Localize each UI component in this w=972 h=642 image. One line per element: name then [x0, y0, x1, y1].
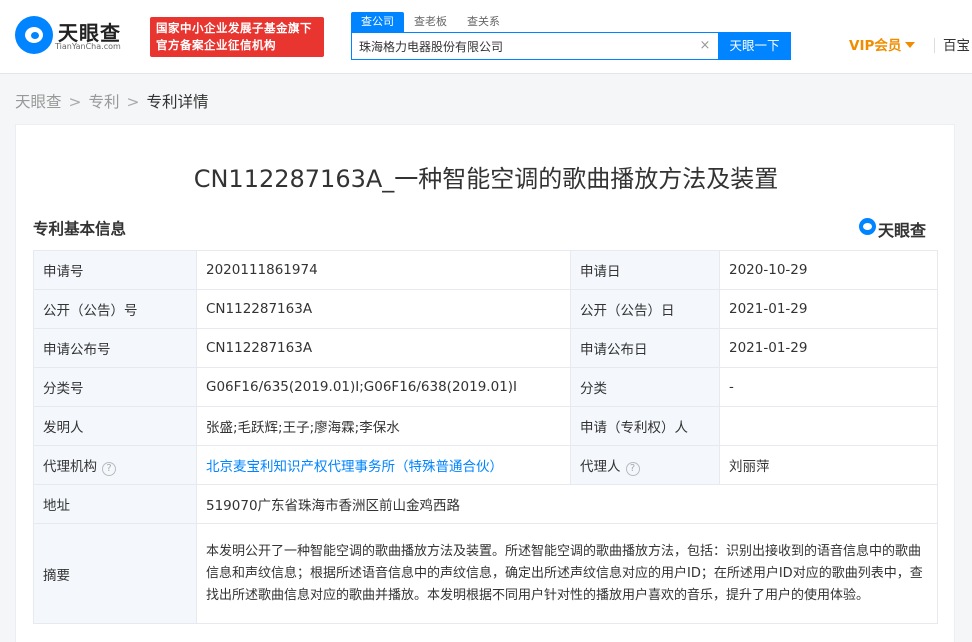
logo-eye-icon	[15, 16, 53, 54]
chevron-right-icon: >	[126, 93, 140, 111]
tab-company[interactable]: 查公司	[351, 12, 404, 32]
abstract-value: 本发明公开了一种智能空调的歌曲播放方法及装置。所述智能空调的歌曲播放方法，包括：…	[196, 523, 938, 624]
inventor-value: 张盛;毛跃辉;王子;廖海霖;李保水	[196, 406, 571, 446]
table-row: 地址 519070广东省珠海市香洲区前山金鸡西路	[33, 484, 938, 524]
table-row: 摘要 本发明公开了一种智能空调的歌曲播放方法及装置。所述智能空调的歌曲播放方法，…	[33, 523, 938, 624]
vip-menu[interactable]: VIP会员	[849, 37, 916, 55]
breadcrumb-section[interactable]: 专利	[89, 92, 120, 112]
watermark-name: 天眼查	[878, 221, 927, 240]
top-header: 天眼查 TianYanCha.com 国家中小企业发展子基金旗下 官方备案企业征…	[0, 0, 972, 74]
search-box: × 天眼一下	[351, 32, 791, 60]
table-row: 申请公布号 CN112287163A 申请公布日 2021-01-29	[33, 328, 938, 368]
tab-relation[interactable]: 查关系	[457, 12, 510, 32]
app-date-label: 申请日	[570, 250, 720, 290]
table-row: 发明人 张盛;毛跃辉;王子;廖海霖;李保水 申请（专利权）人	[33, 406, 938, 446]
official-badge: 国家中小企业发展子基金旗下 官方备案企业征信机构	[150, 17, 324, 57]
address-value: 519070广东省珠海市香洲区前山金鸡西路	[196, 484, 938, 524]
pub-no-value: CN112287163A	[196, 289, 571, 329]
caret-down-icon	[905, 42, 916, 48]
app-pub-date-value: 2021-01-29	[719, 328, 938, 368]
help-icon[interactable]: ?	[625, 461, 640, 476]
search-area: 查公司 查老板 查关系 × 天眼一下	[351, 12, 791, 60]
chevron-right-icon: >	[68, 93, 82, 111]
app-pub-no-label: 申请公布号	[33, 328, 197, 368]
class-no-value: G06F16/635(2019.01)I;G06F16/638(2019.01)…	[196, 367, 571, 407]
class-label: 分类	[570, 367, 720, 407]
logo-domain: TianYanCha.com	[55, 42, 121, 51]
abstract-label: 摘要	[33, 523, 197, 624]
badge-line-2: 官方备案企业征信机构	[156, 38, 276, 52]
applicant-value	[719, 406, 938, 446]
class-value: -	[719, 367, 938, 407]
app-pub-no-value: CN112287163A	[196, 328, 571, 368]
inventor-label: 发明人	[33, 406, 197, 446]
agency-link[interactable]: 北京麦宝利知识产权代理事务所（特殊普通合伙）	[206, 459, 503, 475]
clear-icon[interactable]: ×	[698, 39, 712, 53]
agency-value-cell: 北京麦宝利知识产权代理事务所（特殊普通合伙）	[196, 445, 571, 485]
search-input[interactable]	[359, 33, 689, 59]
page-title: CN112287163A_一种智能空调的歌曲播放方法及装置	[193, 165, 779, 193]
table-row: 分类号 G06F16/635(2019.01)I;G06F16/638(2019…	[33, 367, 938, 407]
address-label: 地址	[33, 484, 197, 524]
class-no-label: 分类号	[33, 367, 197, 407]
agency-label: 代理机构	[43, 458, 97, 475]
app-no-label: 申请号	[33, 250, 197, 290]
agent-label-cell: 代理人?	[570, 445, 720, 485]
pub-no-label: 公开（公告）号	[33, 289, 197, 329]
agent-label: 代理人	[580, 458, 621, 475]
breadcrumb-home[interactable]: 天眼查	[15, 92, 62, 112]
pub-date-value: 2021-01-29	[719, 289, 938, 329]
help-icon[interactable]: ?	[102, 461, 116, 476]
breadcrumb-current: 专利详情	[146, 93, 209, 111]
vip-label: VIP会员	[849, 38, 902, 54]
agency-label-cell: 代理机构?	[33, 445, 197, 485]
search-button[interactable]: 天眼一下	[718, 32, 791, 60]
tab-boss[interactable]: 查老板	[404, 12, 457, 32]
pub-date-label: 公开（公告）日	[570, 289, 720, 329]
patent-info-table: 申请号 2020111861974 申请日 2020-10-29 公开（公告）号…	[33, 250, 938, 624]
site-logo[interactable]: 天眼查 TianYanCha.com	[15, 15, 143, 63]
patent-card: CN112287163A_一种智能空调的歌曲播放方法及装置 专利基本信息 天眼查…	[15, 124, 955, 642]
header-divider	[934, 38, 935, 53]
applicant-label: 申请（专利权）人	[570, 406, 720, 446]
app-date-value: 2020-10-29	[719, 250, 938, 290]
breadcrumb: 天眼查 > 专利 > 专利详情	[15, 92, 209, 112]
watermark-eye-icon	[859, 218, 876, 235]
table-row: 申请号 2020111861974 申请日 2020-10-29	[33, 250, 938, 290]
app-no-value: 2020111861974	[196, 250, 571, 290]
baibao-link[interactable]: 百宝	[943, 37, 970, 55]
table-row: 公开（公告）号 CN112287163A 公开（公告）日 2021-01-29	[33, 289, 938, 329]
app-pub-date-label: 申请公布日	[570, 328, 720, 368]
agent-value: 刘丽萍	[719, 445, 938, 485]
badge-line-1: 国家中小企业发展子基金旗下	[156, 21, 312, 35]
table-row: 代理机构? 北京麦宝利知识产权代理事务所（特殊普通合伙） 代理人? 刘丽萍	[33, 445, 938, 485]
section-title: 专利基本信息	[33, 220, 127, 238]
search-tabs: 查公司 查老板 查关系	[351, 12, 510, 32]
